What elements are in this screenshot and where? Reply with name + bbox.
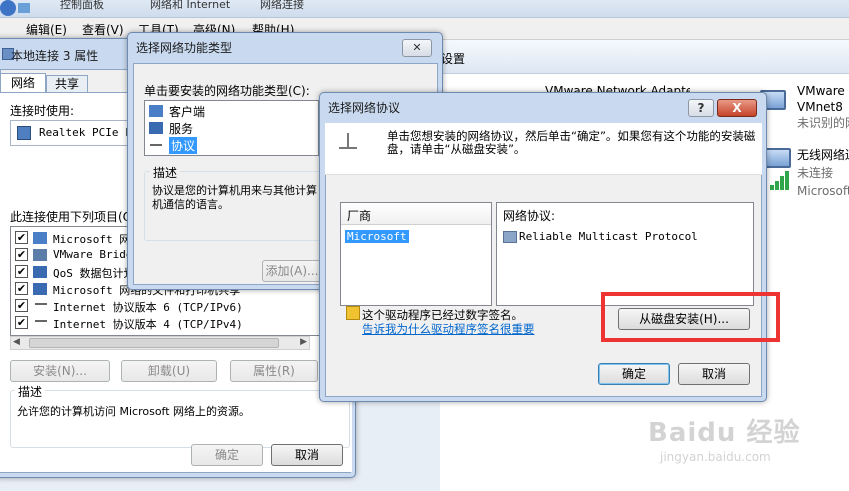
instruction-panel: 单击您想安装的网络协议，然后单击“确定”。如果您有这个功能的安装磁盘，请单击“从… [325, 123, 762, 175]
feature-type-label: 服务 [169, 122, 194, 136]
feature-type-label: 协议 [169, 137, 198, 154]
protocol-icon [35, 320, 47, 322]
instruction-text: 单击您想安装的网络协议，然后单击“确定”。如果您有这个功能的安装磁盘，请单击“从… [387, 129, 756, 156]
control-panel-icon [18, 3, 30, 13]
description-text: 允许您的计算机访问 Microsoft 网络上的资源。 [17, 405, 251, 418]
adapter-vmware-status: 未识别的网络 [797, 116, 849, 130]
protocol-icon [503, 231, 517, 243]
manufacturer-list[interactable]: 厂商 Microsoft [340, 202, 492, 306]
item-checkbox[interactable]: ✔ [15, 231, 28, 244]
protocol-icon [35, 303, 47, 305]
install-button[interactable]: 安装(N)... [10, 360, 110, 382]
adapter-wireless[interactable]: 无线网络连接 未连接 Microsoft [797, 146, 849, 200]
list-item[interactable]: ✔ Internet 协议版本 4 (TCP/IPv4) [15, 315, 345, 332]
adapter-vmware-name: VMware Network Adapter [797, 84, 849, 98]
network-protocol-window: 选择网络协议 ? X 单击您想安装的网络协议，然后单击“确定”。如果您有这个功能… [319, 92, 767, 402]
item-checkbox[interactable]: ✔ [15, 299, 28, 312]
adapter-wireless-line2: 未连接 [797, 166, 834, 180]
feature-types-list[interactable]: 客户端 服务 协议 [144, 100, 319, 156]
breadcrumb-network-connections[interactable]: 网络连接 [260, 0, 304, 12]
item-checkbox[interactable]: ✔ [15, 282, 28, 295]
feature-window-title: 选择网络功能类型 [136, 41, 233, 55]
adapter-wireless-name: 无线网络连接 [797, 148, 849, 162]
protocol-window-title: 选择网络协议 [328, 101, 401, 115]
list-item[interactable]: ✔ Internet 协议版本 6 (TCP/IPv6) [15, 298, 345, 315]
manufacturer-header: 厂商 [341, 203, 491, 225]
properties-button[interactable]: 属性(R) [230, 360, 318, 382]
toolbar-settings-fragment[interactable]: 设置 [441, 50, 465, 67]
explorer-address-bar: 控制面板 网络和 Internet 网络连接 [0, 0, 849, 18]
adapter-vmware-line2: VMnet8 [797, 100, 843, 114]
protocol-list[interactable]: 网络协议: Reliable Multicast Protocol [496, 202, 754, 306]
manufacturer-microsoft[interactable]: Microsoft [345, 230, 409, 243]
protocol-header-icon-base [339, 147, 357, 149]
close-icon[interactable]: ✕ [402, 39, 432, 57]
item-checkbox[interactable]: ✔ [15, 316, 28, 329]
breadcrumb-control-panel[interactable]: 控制面板 [60, 0, 104, 12]
explorer-toolbar: 设置 [440, 40, 849, 74]
wireless-signal-icon [770, 170, 792, 190]
client-icon [149, 105, 163, 117]
protocol-icon [150, 144, 162, 146]
item-label: Internet 协议版本 6 (TCP/IPv6) [53, 301, 243, 314]
menu-edit[interactable]: 编辑(E) [26, 21, 67, 38]
certificate-icon [346, 306, 360, 320]
item-checkbox[interactable]: ✔ [15, 265, 28, 278]
adapter-wireless-icon [765, 148, 791, 168]
window-title: 本地连接 3 属性 [11, 49, 99, 63]
feature-prompt: 单击要安装的网络功能类型(C): [144, 84, 310, 98]
connect-using-label: 连接时使用: [10, 104, 75, 118]
adapter-vmware[interactable]: VMware Network Adapter VMnet8 未识别的网络 [797, 83, 849, 131]
add-button[interactable]: 添加(A)... [262, 260, 322, 282]
watermark-url: jingyan.baidu.com [660, 450, 771, 464]
feature-type-label: 客户端 [169, 105, 206, 119]
ok-button[interactable]: 确定 [191, 444, 263, 466]
protocol-item-label: Reliable Multicast Protocol [519, 230, 698, 243]
menu-view[interactable]: 查看(V) [82, 21, 124, 38]
driver-signing-link[interactable]: 告诉我为什么驱动程序签名很重要 [362, 321, 535, 337]
back-icon[interactable] [0, 0, 16, 16]
protocol-label: 网络协议: [503, 209, 556, 223]
description-group [10, 390, 350, 448]
adapter-wireless-status: Microsoft [797, 184, 849, 198]
manufacturer-label: 厂商 [347, 209, 372, 223]
item-checkbox[interactable]: ✔ [15, 248, 28, 261]
adapter-icon [17, 126, 31, 140]
breadcrumb-network-internet[interactable]: 网络和 Internet [150, 0, 230, 12]
adapter-name: Realtek PCIe FE [39, 126, 139, 139]
items-label: 此连接使用下列项目(O): [10, 210, 141, 224]
cancel-button[interactable]: 取消 [678, 363, 750, 385]
item-label: Internet 协议版本 4 (TCP/IPv4) [53, 318, 243, 331]
tab-network[interactable]: 网络 [0, 73, 46, 93]
scroll-thumb[interactable] [29, 338, 279, 348]
scroll-right-icon[interactable]: ▶ [300, 337, 307, 347]
adapter-header-fragment: VMware Network Adapter [545, 84, 690, 92]
ok-button[interactable]: 确定 [598, 363, 670, 385]
protocol-client: 单击您想安装的网络协议，然后单击“确定”。如果您有这个功能的安装磁盘，请单击“从… [325, 123, 762, 397]
client-icon [33, 232, 47, 244]
service-icon [33, 283, 47, 295]
scroll-left-icon[interactable]: ◀ [13, 337, 20, 347]
protocol-header-icon [347, 133, 349, 147]
tab-sharing[interactable]: 共享 [46, 75, 88, 93]
service-icon [149, 122, 163, 134]
protocol-icon [33, 249, 47, 261]
help-icon[interactable]: ? [688, 99, 714, 117]
annotation-highlight-box [601, 292, 780, 342]
horizontal-scrollbar[interactable]: ◀ ▶ [10, 336, 310, 350]
feature-description-label: 描述 [150, 164, 181, 181]
description-label: 描述 [15, 383, 46, 400]
service-icon [33, 266, 47, 278]
close-icon[interactable]: X [717, 99, 757, 117]
feature-description-text: 协议是您的计算机用来与其他计算机通信的语言。 [152, 184, 317, 211]
cancel-button[interactable]: 取消 [271, 444, 343, 466]
uninstall-button[interactable]: 卸载(U) [121, 360, 217, 382]
watermark-brand: Baidu 经验 [648, 418, 801, 448]
